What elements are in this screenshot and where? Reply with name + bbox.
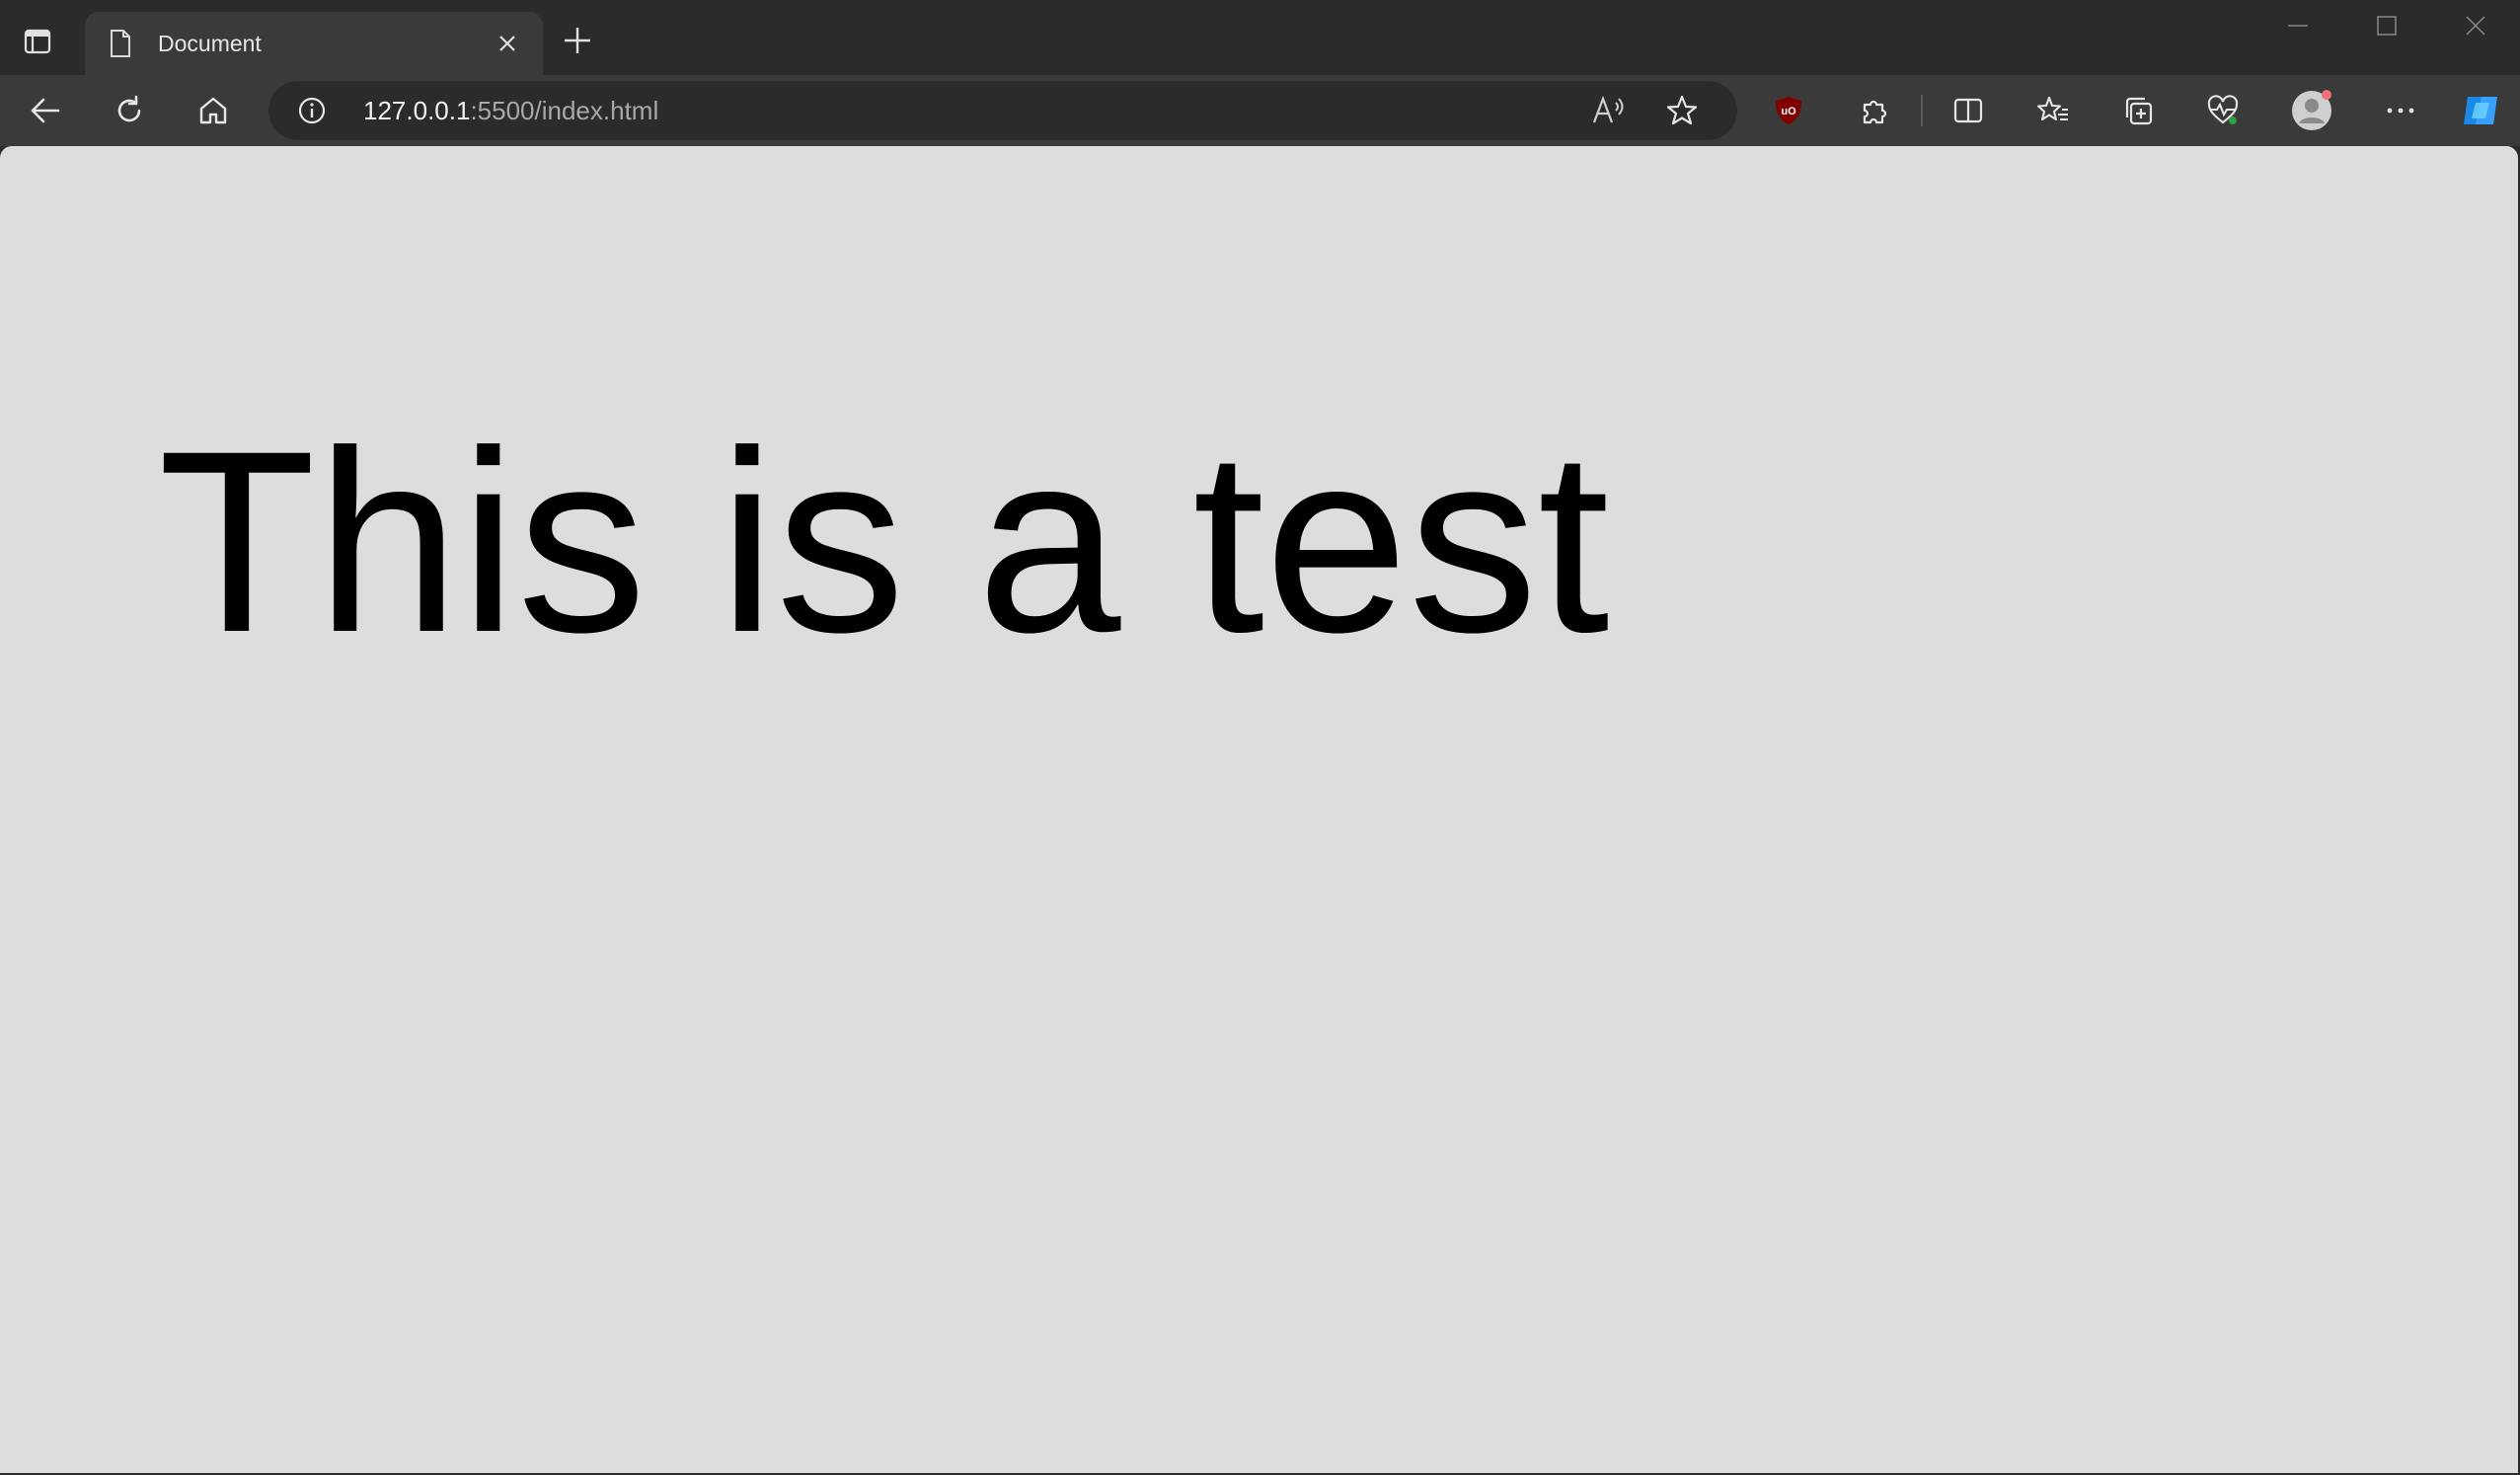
read-aloud-icon xyxy=(1591,95,1627,126)
url-host: 127.0.0.1 xyxy=(363,96,471,125)
copilot-icon xyxy=(2460,89,2503,132)
refresh-button[interactable] xyxy=(106,87,153,134)
performance-button[interactable] xyxy=(2199,87,2247,134)
plus-icon xyxy=(563,26,592,55)
ublock-origin-icon: uO xyxy=(1774,95,1803,126)
heartbeat-icon xyxy=(2206,95,2240,126)
ublock-extension-button[interactable]: uO xyxy=(1765,87,1812,134)
split-screen-button[interactable] xyxy=(1945,87,1992,134)
url-path: :5500/index.html xyxy=(470,96,659,125)
back-button[interactable] xyxy=(22,87,69,134)
close-icon xyxy=(497,34,517,53)
settings-menu-button[interactable] xyxy=(2377,87,2424,134)
refresh-icon xyxy=(114,95,145,126)
maximize-icon xyxy=(2376,15,2398,37)
document-icon xyxy=(105,28,136,59)
back-arrow-icon xyxy=(30,95,61,126)
url-text[interactable]: 127.0.0.1:5500/index.html xyxy=(363,81,658,140)
toolbar-divider xyxy=(1921,95,1923,126)
home-icon xyxy=(197,95,229,126)
svg-text:uO: uO xyxy=(1781,106,1796,117)
close-window-icon xyxy=(2465,15,2486,37)
extensions-button[interactable] xyxy=(1851,87,1898,134)
maximize-button[interactable] xyxy=(2342,0,2431,51)
collections-icon xyxy=(2122,95,2154,126)
tab-actions-button[interactable] xyxy=(12,18,63,65)
page-viewport: This is a test xyxy=(0,146,2518,1473)
star-icon xyxy=(1665,94,1699,127)
close-tab-button[interactable] xyxy=(490,26,525,61)
tab-actions-icon xyxy=(24,28,51,55)
home-button[interactable] xyxy=(190,87,237,134)
title-bar: Document xyxy=(0,0,2520,75)
browser-toolbar: 127.0.0.1:5500/index.html uO xyxy=(0,75,2520,146)
new-tab-button[interactable] xyxy=(557,20,598,61)
address-bar[interactable]: 127.0.0.1:5500/index.html xyxy=(268,81,1737,140)
window-controls xyxy=(2253,0,2520,51)
read-aloud-button[interactable] xyxy=(1589,93,1629,128)
favorites-list-icon xyxy=(2036,95,2070,126)
tab-document[interactable]: Document xyxy=(85,12,543,75)
profile-button[interactable] xyxy=(2288,87,2335,134)
minimize-button[interactable] xyxy=(2253,0,2342,51)
copilot-button[interactable] xyxy=(2458,87,2505,134)
puzzle-icon xyxy=(1859,95,1890,126)
split-screen-icon xyxy=(1952,95,1984,126)
close-window-button[interactable] xyxy=(2431,0,2520,51)
more-icon xyxy=(2385,95,2416,126)
collections-button[interactable] xyxy=(2114,87,2162,134)
page-heading: This is a test xyxy=(158,397,1610,686)
profile-avatar-icon xyxy=(2290,89,2333,132)
info-icon[interactable] xyxy=(296,95,328,126)
favorites-button[interactable] xyxy=(2029,87,2077,134)
tab-title: Document xyxy=(158,30,262,56)
minimize-icon xyxy=(2287,15,2309,37)
add-favorite-button[interactable] xyxy=(1664,93,1700,128)
